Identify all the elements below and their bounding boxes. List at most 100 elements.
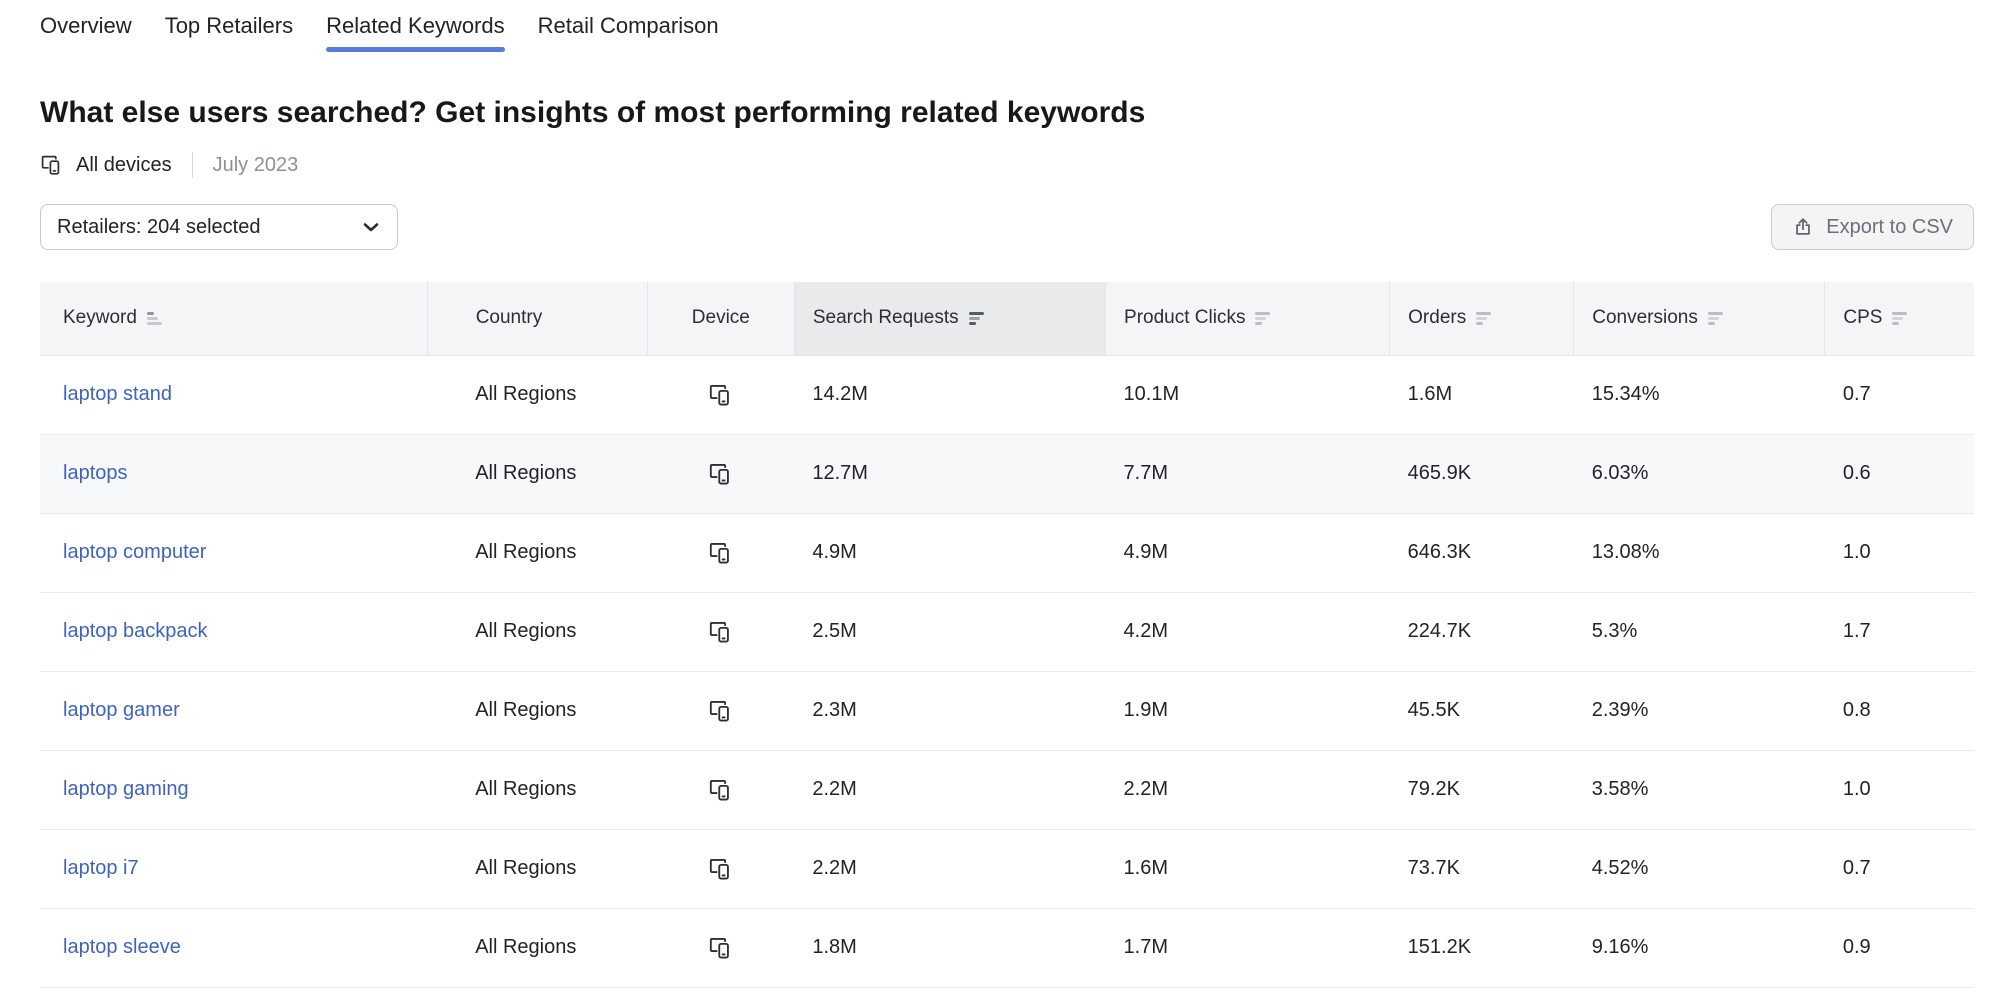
device-cell <box>647 671 794 750</box>
conversions-cell: 4.52% <box>1574 829 1825 908</box>
table-row: laptop sleeve All Regions 1.8M1.7M151.2K9… <box>40 908 1974 987</box>
search-requests-cell: 2.2M <box>794 750 1105 829</box>
conversions-cell: 5.3% <box>1574 592 1825 671</box>
search-requests-cell: 2.2M <box>794 829 1105 908</box>
tab-retail-comparison[interactable]: Retail Comparison <box>538 12 719 52</box>
sort-desc-icon <box>969 312 984 325</box>
product-clicks-cell: 7.7M <box>1106 434 1390 513</box>
orders-cell: 1.6M <box>1390 355 1574 434</box>
keyword-link[interactable]: laptop backpack <box>63 620 208 642</box>
search-requests-cell: 1.8M <box>794 908 1105 987</box>
keyword-link[interactable]: laptop computer <box>63 541 206 563</box>
orders-cell: 224.7K <box>1390 592 1574 671</box>
keyword-link[interactable]: laptop sleeve <box>63 936 181 958</box>
search-requests-cell: 2.3M <box>794 671 1105 750</box>
country-cell: All Regions <box>427 908 647 987</box>
sort-desc-icon <box>1255 312 1270 325</box>
country-cell: All Regions <box>427 671 647 750</box>
retailers-dropdown[interactable]: Retailers: 204 selected <box>40 204 398 250</box>
orders-cell: 646.3K <box>1390 513 1574 592</box>
column-header-orders[interactable]: Orders <box>1390 282 1574 355</box>
retailers-dropdown-value: Retailers: 204 selected <box>57 216 260 239</box>
keyword-cell: laptop stand <box>40 355 427 434</box>
column-header-country[interactable]: Country <box>427 282 647 355</box>
keyword-link[interactable]: laptop i7 <box>63 857 139 879</box>
sort-desc-icon <box>1476 312 1491 325</box>
product-clicks-cell: 4.2M <box>1106 592 1390 671</box>
conversions-cell: 3.58% <box>1574 750 1825 829</box>
export-csv-button[interactable]: Export to CSV <box>1771 204 1974 250</box>
all-devices-icon <box>708 698 734 724</box>
table-row: laptop i7All Regions 2.2M1.6M73.7K4.52%0… <box>40 829 1974 908</box>
all-devices-icon <box>40 153 64 177</box>
column-label: Device <box>692 307 750 328</box>
column-header-product-clicks[interactable]: Product Clicks <box>1106 282 1390 355</box>
device-cell <box>647 908 794 987</box>
cps-cell: 1.0 <box>1825 750 1974 829</box>
page-title: What else users searched? Get insights o… <box>40 94 1974 132</box>
column-label: Product Clicks <box>1124 307 1245 328</box>
product-clicks-cell: 1.9M <box>1106 671 1390 750</box>
cps-cell: 0.7 <box>1825 355 1974 434</box>
tab-related-keywords[interactable]: Related Keywords <box>326 12 505 52</box>
product-clicks-cell: 1.6M <box>1106 829 1390 908</box>
product-clicks-cell: 4.9M <box>1106 513 1390 592</box>
all-devices-icon <box>708 777 734 803</box>
export-icon <box>1792 216 1814 238</box>
conversions-cell: 6.03% <box>1574 434 1825 513</box>
column-header-cps[interactable]: CPS <box>1825 282 1974 355</box>
cps-cell: 0.9 <box>1825 908 1974 987</box>
controls-row: Retailers: 204 selected Export to CSV <box>40 204 1974 250</box>
search-requests-cell: 14.2M <box>794 355 1105 434</box>
period-label: July 2023 <box>213 154 299 177</box>
table-row: laptop gamingAll Regions 2.2M2.2M79.2K3.… <box>40 750 1974 829</box>
sort-desc-icon <box>1892 312 1907 325</box>
column-header-device[interactable]: Device <box>647 282 794 355</box>
keyword-cell: laptop computer <box>40 513 427 592</box>
conversions-cell: 2.39% <box>1574 671 1825 750</box>
export-button-label: Export to CSV <box>1826 216 1953 239</box>
device-cell <box>647 592 794 671</box>
keyword-link[interactable]: laptop gaming <box>63 778 189 800</box>
report-meta: All devices July 2023 <box>40 152 1974 178</box>
orders-cell: 45.5K <box>1390 671 1574 750</box>
related-keywords-table: Keyword Country Device Search Requests Produ… <box>40 282 1974 988</box>
conversions-cell: 13.08% <box>1574 513 1825 592</box>
keyword-link[interactable]: laptop gamer <box>63 699 180 721</box>
column-label: Conversions <box>1592 307 1698 328</box>
device-cell <box>647 355 794 434</box>
tab-top-retailers[interactable]: Top Retailers <box>165 12 293 52</box>
conversions-cell: 15.34% <box>1574 355 1825 434</box>
cps-cell: 0.6 <box>1825 434 1974 513</box>
all-devices-icon <box>708 619 734 645</box>
cps-cell: 1.7 <box>1825 592 1974 671</box>
country-cell: All Regions <box>427 829 647 908</box>
column-header-keyword[interactable]: Keyword <box>40 282 427 355</box>
country-cell: All Regions <box>427 750 647 829</box>
keyword-link[interactable]: laptop stand <box>63 383 172 405</box>
column-label: Orders <box>1408 307 1466 328</box>
keyword-cell: laptop gaming <box>40 750 427 829</box>
table-row: laptop gamer All Regions 2.3M1.9M45.5K2.3… <box>40 671 1974 750</box>
keyword-cell: laptop gamer <box>40 671 427 750</box>
product-clicks-cell: 1.7M <box>1106 908 1390 987</box>
orders-cell: 465.9K <box>1390 434 1574 513</box>
device-cell <box>647 829 794 908</box>
column-header-conversions[interactable]: Conversions <box>1574 282 1825 355</box>
table-row: laptop backpackAll Regions 2.5M4.2M224.7… <box>40 592 1974 671</box>
search-requests-cell: 2.5M <box>794 592 1105 671</box>
column-label: Keyword <box>63 307 137 328</box>
tab-overview[interactable]: Overview <box>40 12 132 52</box>
search-requests-cell: 4.9M <box>794 513 1105 592</box>
orders-cell: 151.2K <box>1390 908 1574 987</box>
conversions-cell: 9.16% <box>1574 908 1825 987</box>
keyword-link[interactable]: laptops <box>63 462 128 484</box>
column-label: CPS <box>1843 307 1882 328</box>
search-requests-cell: 12.7M <box>794 434 1105 513</box>
keyword-cell: laptop sleeve <box>40 908 427 987</box>
devices-filter-label: All devices <box>76 154 172 177</box>
cps-cell: 0.8 <box>1825 671 1974 750</box>
column-header-search-requests[interactable]: Search Requests <box>794 282 1105 355</box>
keyword-cell: laptop i7 <box>40 829 427 908</box>
tab-bar: Overview Top Retailers Related Keywords … <box>40 0 1974 52</box>
